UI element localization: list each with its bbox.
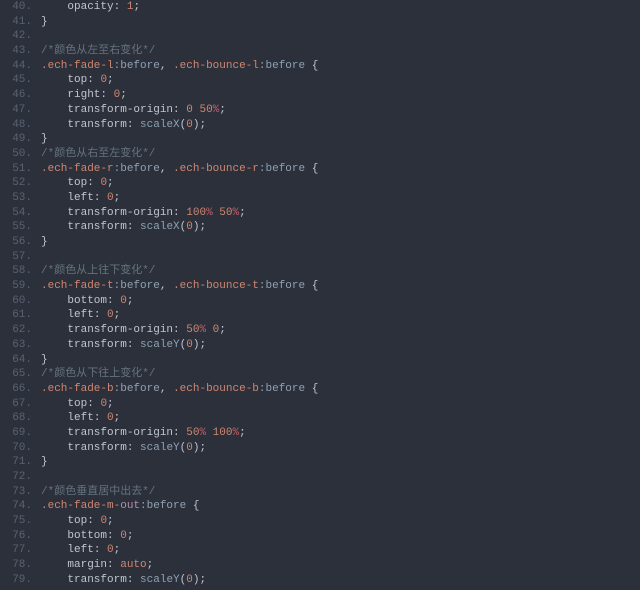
line-number: 47.: [0, 103, 32, 118]
code-line[interactable]: .ech-fade-b:before, .ech-bounce-b:before…: [41, 382, 640, 397]
line-number: 49.: [0, 132, 32, 147]
line-number: 62.: [0, 323, 32, 338]
code-line[interactable]: .ech-fade-r:before, .ech-bounce-r:before…: [41, 162, 640, 177]
code-line[interactable]: }: [41, 235, 640, 250]
line-number: 70.: [0, 441, 32, 456]
line-number-gutter: 40.41.42.43.44.45.46.47.48.49.50.51.52.5…: [0, 0, 35, 590]
code-line[interactable]: left: 0;: [41, 308, 640, 323]
line-number: 54.: [0, 206, 32, 221]
code-line[interactable]: }: [41, 15, 640, 30]
line-number: 65.: [0, 367, 32, 382]
line-number: 53.: [0, 191, 32, 206]
line-number: 41.: [0, 15, 32, 30]
code-line[interactable]: /*颜色从右至左变化*/: [41, 147, 640, 162]
line-number: 68.: [0, 411, 32, 426]
line-number: 48.: [0, 118, 32, 133]
line-number: 66.: [0, 382, 32, 397]
code-line[interactable]: [41, 29, 640, 44]
code-line[interactable]: /*颜色从上往下变化*/: [41, 264, 640, 279]
line-number: 51.: [0, 162, 32, 177]
line-number: 46.: [0, 88, 32, 103]
code-line[interactable]: .ech-fade-t:before, .ech-bounce-t:before…: [41, 279, 640, 294]
code-line[interactable]: }: [41, 353, 640, 368]
line-number: 69.: [0, 426, 32, 441]
line-number: 67.: [0, 397, 32, 412]
code-line[interactable]: bottom: 0;: [41, 294, 640, 309]
code-line[interactable]: transform-origin: 50% 0;: [41, 323, 640, 338]
line-number: 55.: [0, 220, 32, 235]
line-number: 61.: [0, 308, 32, 323]
line-number: 45.: [0, 73, 32, 88]
code-line[interactable]: [41, 470, 640, 485]
code-editor-content[interactable]: opacity: 1;} /*颜色从左至右变化*/.ech-fade-l:bef…: [35, 0, 640, 590]
line-number: 43.: [0, 44, 32, 59]
line-number: 59.: [0, 279, 32, 294]
line-number: 73.: [0, 485, 32, 500]
line-number: 56.: [0, 235, 32, 250]
code-line[interactable]: /*颜色垂直居中出去*/: [41, 485, 640, 500]
code-line[interactable]: left: 0;: [41, 543, 640, 558]
line-number: 63.: [0, 338, 32, 353]
code-line[interactable]: transform: scaleY(0);: [41, 338, 640, 353]
line-number: 78.: [0, 558, 32, 573]
code-line[interactable]: /*颜色从下往上变化*/: [41, 367, 640, 382]
line-number: 64.: [0, 353, 32, 368]
code-line[interactable]: margin: auto;: [41, 558, 640, 573]
line-number: 71.: [0, 455, 32, 470]
line-number: 72.: [0, 470, 32, 485]
line-number: 60.: [0, 294, 32, 309]
code-line[interactable]: }: [41, 132, 640, 147]
code-line[interactable]: opacity: 1;: [41, 0, 640, 15]
code-line[interactable]: bottom: 0;: [41, 529, 640, 544]
code-line[interactable]: .ech-fade-l:before, .ech-bounce-l:before…: [41, 59, 640, 74]
code-line[interactable]: transform-origin: 100% 50%;: [41, 206, 640, 221]
line-number: 79.: [0, 573, 32, 588]
code-line[interactable]: left: 0;: [41, 411, 640, 426]
line-number: 74.: [0, 499, 32, 514]
code-line[interactable]: top: 0;: [41, 73, 640, 88]
line-number: 75.: [0, 514, 32, 529]
line-number: 50.: [0, 147, 32, 162]
code-line[interactable]: transform: scaleY(0);: [41, 441, 640, 456]
code-line[interactable]: top: 0;: [41, 397, 640, 412]
code-line[interactable]: /*颜色从左至右变化*/: [41, 44, 640, 59]
line-number: 77.: [0, 543, 32, 558]
code-line[interactable]: top: 0;: [41, 176, 640, 191]
line-number: 52.: [0, 176, 32, 191]
code-line[interactable]: transform-origin: 0 50%;: [41, 103, 640, 118]
line-number: 76.: [0, 529, 32, 544]
line-number: 44.: [0, 59, 32, 74]
code-line[interactable]: [41, 250, 640, 265]
line-number: 58.: [0, 264, 32, 279]
code-line[interactable]: right: 0;: [41, 88, 640, 103]
code-line[interactable]: top: 0;: [41, 514, 640, 529]
code-line[interactable]: transform-origin: 50% 100%;: [41, 426, 640, 441]
code-line[interactable]: left: 0;: [41, 191, 640, 206]
code-line[interactable]: transform: scaleX(0);: [41, 220, 640, 235]
line-number: 42.: [0, 29, 32, 44]
line-number: 40.: [0, 0, 32, 15]
code-line[interactable]: }: [41, 455, 640, 470]
code-line[interactable]: transform: scaleX(0);: [41, 118, 640, 133]
code-line[interactable]: .ech-fade-m-out:before {: [41, 499, 640, 514]
code-line[interactable]: transform: scaleY(0);: [41, 573, 640, 588]
line-number: 57.: [0, 250, 32, 265]
